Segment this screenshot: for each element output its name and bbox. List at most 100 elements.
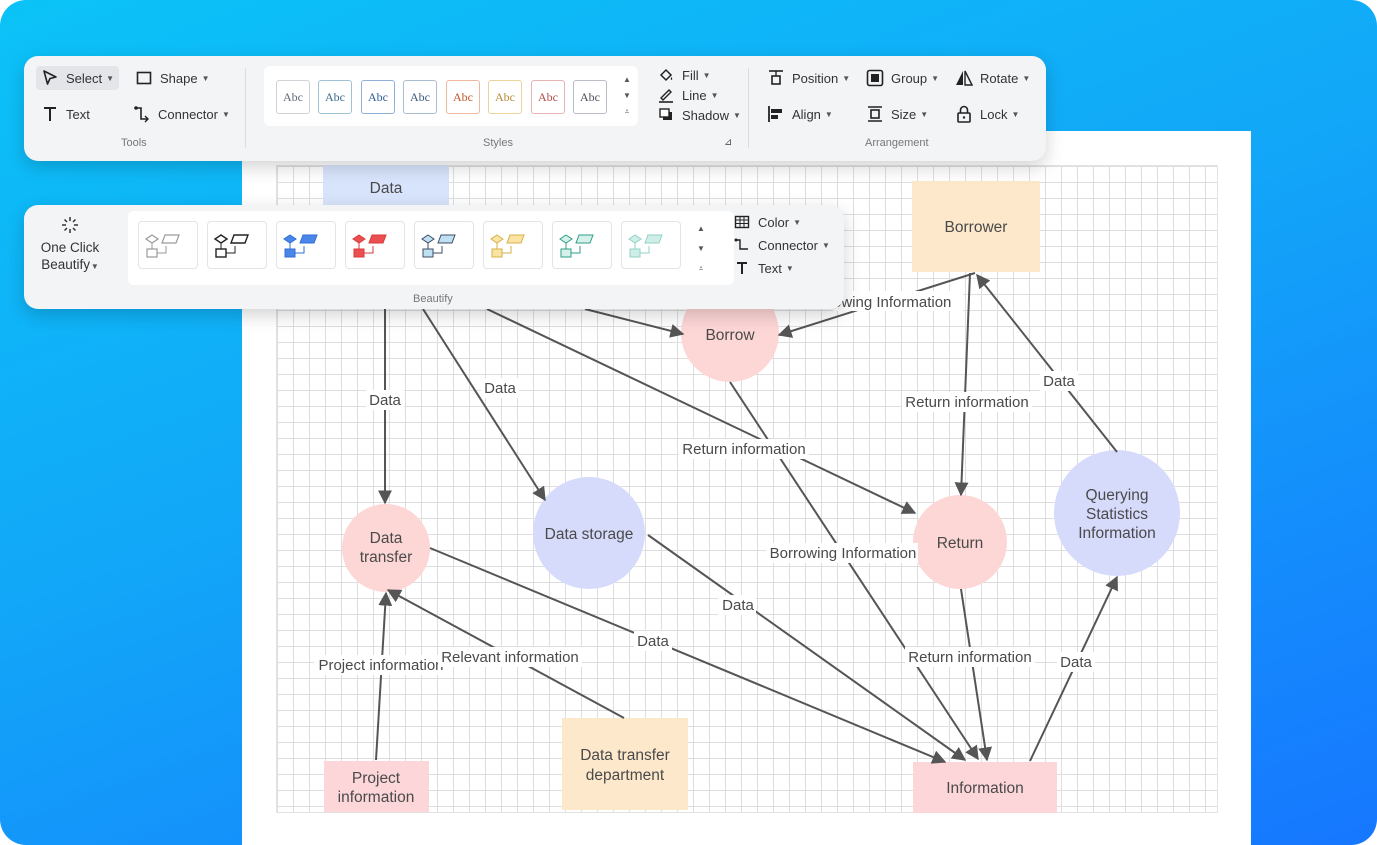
swatch-text: Abc bbox=[495, 89, 515, 104]
chevron-down-icon: ▼ bbox=[920, 109, 929, 119]
style-swatch-3[interactable]: Abc bbox=[361, 80, 395, 114]
style-swatch-6[interactable]: Abc bbox=[488, 80, 522, 114]
fill-label: Fill bbox=[682, 67, 699, 83]
beautify-theme-1[interactable] bbox=[138, 221, 198, 269]
connector-tool-button[interactable]: Connector ▼ bbox=[128, 102, 235, 126]
color-grid-icon bbox=[733, 213, 751, 231]
node-project-label-2: information bbox=[338, 789, 415, 806]
style-swatch-4[interactable]: Abc bbox=[403, 80, 437, 114]
line-label: Line bbox=[682, 87, 707, 103]
beautify-theme-8[interactable] bbox=[621, 221, 681, 269]
edge-top-to-data-storage[interactable] bbox=[422, 308, 546, 502]
node-data-transfer-label-2: transfer bbox=[360, 549, 413, 566]
flowchart-preview-icon bbox=[352, 234, 387, 258]
flowchart-preview-icon bbox=[283, 234, 318, 258]
shadow-icon bbox=[657, 106, 675, 124]
shadow-label: Shadow bbox=[682, 107, 729, 123]
position-button[interactable]: Position ▼ bbox=[762, 66, 855, 90]
node-data-storage-label: Data storage bbox=[545, 526, 634, 543]
one-click-beautify-button[interactable]: One Click Beautify ▼ bbox=[34, 213, 106, 289]
chevron-down-icon: ▼ bbox=[1022, 73, 1031, 83]
connector-label: Connector bbox=[158, 106, 218, 122]
beautify-theme-6[interactable] bbox=[483, 221, 543, 269]
expand-gallery-icon[interactable]: ⩡ bbox=[696, 259, 706, 279]
chevron-down-icon: ▼ bbox=[793, 217, 801, 227]
beautify-text-button[interactable]: Text ▼ bbox=[728, 257, 799, 279]
square-shape-icon bbox=[135, 69, 153, 87]
beautify-connector-button[interactable]: Connector ▼ bbox=[728, 234, 835, 256]
node-data-transfer[interactable] bbox=[342, 504, 430, 592]
shadow-button[interactable]: Shadow ▼ bbox=[652, 105, 746, 125]
edge-return-to-information[interactable] bbox=[960, 588, 993, 762]
chevron-down-icon: ▼ bbox=[90, 262, 99, 271]
rotate-label: Rotate bbox=[980, 70, 1019, 86]
rotate-button[interactable]: Rotate ▼ bbox=[950, 66, 1035, 90]
flowchart-preview-icon bbox=[421, 234, 456, 258]
edge-querying-to-borrower[interactable] bbox=[976, 273, 1118, 453]
style-swatch-1[interactable]: Abc bbox=[276, 80, 310, 114]
node-dtd-label-1: Data transfer bbox=[580, 747, 670, 764]
chevron-down-icon: ▼ bbox=[821, 240, 830, 250]
style-swatch-5[interactable]: Abc bbox=[446, 80, 480, 114]
beautify-connector-label: Connector bbox=[758, 237, 818, 253]
edge-top-to-borrow[interactable] bbox=[584, 308, 685, 338]
main-toolbar: Select ▼ Shape ▼ Text Connector ▼ Tools … bbox=[24, 56, 1046, 161]
scroll-down-icon[interactable]: ▼ bbox=[696, 239, 706, 259]
select-tool-button[interactable]: Select ▼ bbox=[36, 66, 120, 90]
beautify-theme-5[interactable] bbox=[414, 221, 474, 269]
group-button[interactable]: Group ▼ bbox=[861, 66, 944, 90]
chevron-down-icon: ▼ bbox=[824, 109, 833, 119]
scroll-up-icon[interactable]: ▲ bbox=[696, 219, 706, 239]
text-t-icon bbox=[41, 105, 59, 123]
style-swatch-7[interactable]: Abc bbox=[531, 80, 565, 114]
style-scroll-controls[interactable]: ▲ ▼ ⩡ bbox=[622, 72, 632, 120]
swatch-text: Abc bbox=[580, 89, 600, 104]
node-data-transfer-department[interactable] bbox=[562, 718, 688, 810]
edge-label-relevant-info: Relevant information bbox=[441, 649, 579, 666]
select-label: Select bbox=[66, 70, 103, 86]
chevron-down-icon: ▼ bbox=[106, 73, 115, 83]
connector-icon bbox=[733, 236, 751, 254]
style-swatch-8[interactable]: Abc bbox=[573, 80, 607, 114]
styles-dialog-launcher-icon[interactable]: ⊿ bbox=[724, 137, 732, 148]
beautify-theme-2[interactable] bbox=[207, 221, 267, 269]
node-data-transfer-label-1: Data bbox=[370, 530, 403, 547]
node-information-label: Information bbox=[946, 780, 1024, 797]
edge-label-data-6: Data bbox=[1060, 654, 1092, 671]
scroll-up-icon[interactable]: ▲ bbox=[622, 72, 632, 88]
edge-label-borrowing-2: Borrowing Information bbox=[770, 545, 917, 562]
expand-gallery-icon[interactable]: ⩡ bbox=[622, 104, 632, 120]
group-label: Group bbox=[891, 70, 928, 86]
fill-button[interactable]: Fill ▼ bbox=[652, 65, 716, 85]
align-left-icon bbox=[767, 105, 785, 123]
chevron-down-icon: ▼ bbox=[1011, 109, 1020, 119]
pointer-icon bbox=[41, 69, 59, 87]
shape-label: Shape bbox=[160, 70, 198, 86]
node-querying-label-2: Statistics bbox=[1086, 506, 1148, 523]
beautify-theme-3[interactable] bbox=[276, 221, 336, 269]
chevron-down-icon: ▼ bbox=[221, 109, 230, 119]
chevron-down-icon: ▼ bbox=[785, 263, 794, 273]
edge-label-borrowing-top: owing Information bbox=[833, 294, 951, 311]
color-label: Color bbox=[758, 214, 790, 230]
shape-tool-button[interactable]: Shape ▼ bbox=[130, 66, 215, 90]
chevron-down-icon: ▼ bbox=[201, 73, 210, 83]
chevron-down-icon: ▼ bbox=[842, 73, 851, 83]
style-swatch-2[interactable]: Abc bbox=[318, 80, 352, 114]
size-button[interactable]: Size ▼ bbox=[861, 102, 933, 126]
align-label: Align bbox=[792, 106, 821, 122]
node-querying-label-3: Information bbox=[1078, 525, 1156, 542]
line-button[interactable]: Line ▼ bbox=[652, 85, 724, 105]
beautify-theme-4[interactable] bbox=[345, 221, 405, 269]
edge-project-to-data-transfer[interactable] bbox=[375, 591, 393, 761]
align-button[interactable]: Align ▼ bbox=[762, 102, 838, 126]
lock-button[interactable]: Lock ▼ bbox=[950, 102, 1024, 126]
flip-rotate-icon bbox=[955, 69, 973, 87]
beautify-scroll-controls[interactable]: ▲ ▼ ⩡ bbox=[696, 219, 706, 279]
lock-icon bbox=[955, 105, 973, 123]
node-return-label: Return bbox=[937, 535, 984, 552]
beautify-theme-7[interactable] bbox=[552, 221, 612, 269]
color-button[interactable]: Color ▼ bbox=[728, 211, 806, 233]
scroll-down-icon[interactable]: ▼ bbox=[622, 88, 632, 104]
text-tool-button[interactable]: Text bbox=[36, 102, 95, 126]
